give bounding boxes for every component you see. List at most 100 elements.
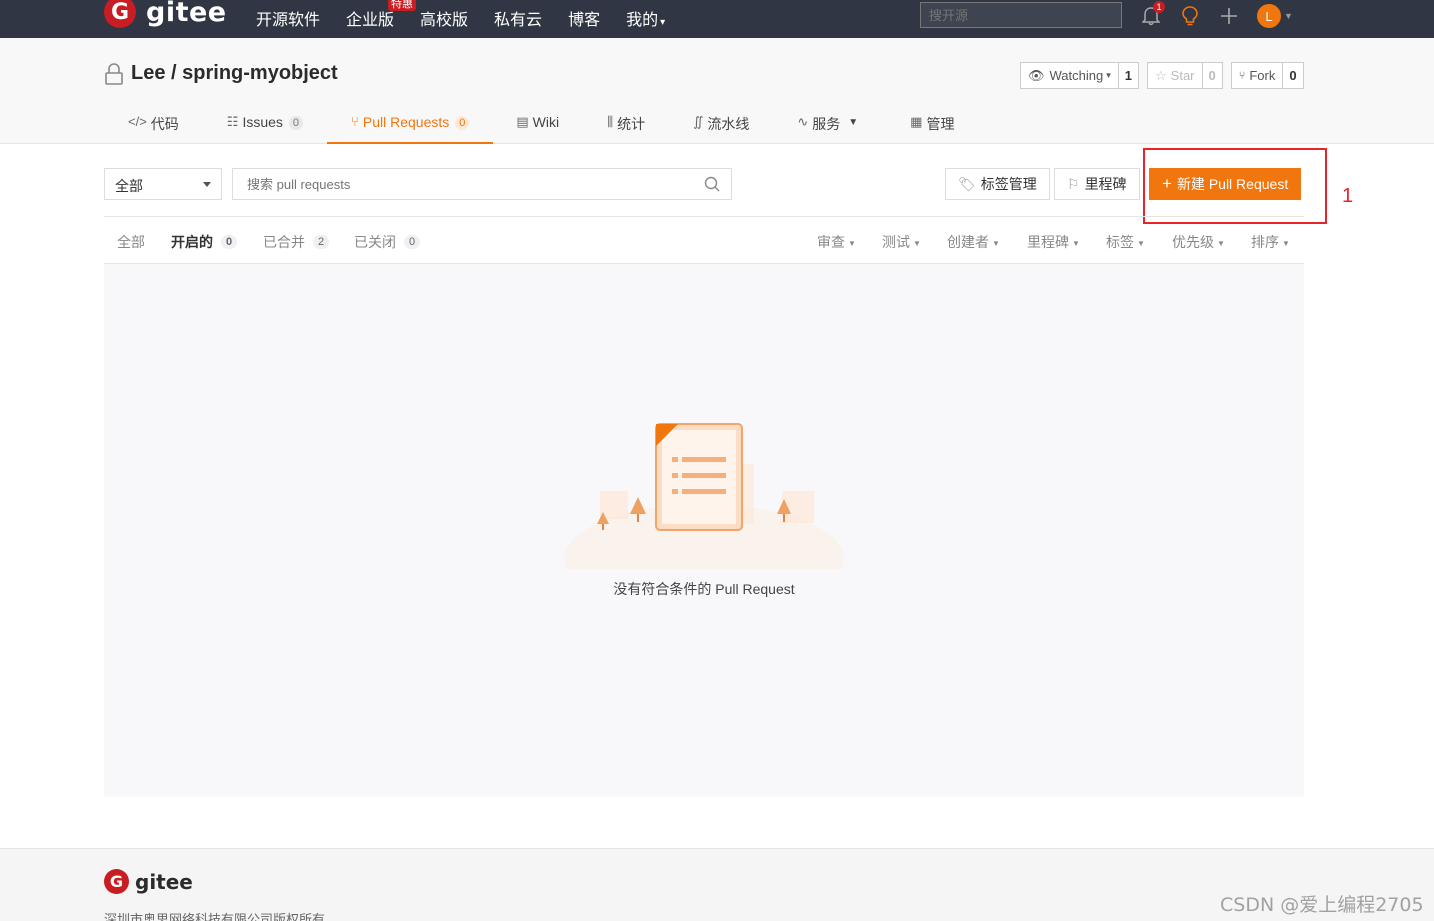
plus-icon[interactable]: [1218, 5, 1240, 27]
tab-pipeline-label: 流水线: [707, 116, 750, 132]
milestones-label: 里程碑: [1084, 176, 1127, 192]
tab-wiki[interactable]: ▤ Wiki: [493, 108, 607, 144]
filter-author[interactable]: 创建者 ▼: [947, 232, 1000, 252]
milestones-button[interactable]: ⚐ 里程碑: [1054, 168, 1140, 200]
fork-icon: ⑂: [1238, 69, 1246, 82]
state-merged[interactable]: 已合并 2: [263, 232, 330, 252]
repo-tabs: </> 代码 ☷ Issues 0 ⑂ Pull Requests 0 ▤ Wiki ⫼ 统计…: [104, 108, 954, 144]
tab-manage[interactable]: ▦ 管理: [910, 108, 954, 144]
state-all[interactable]: 全部: [117, 232, 145, 252]
filter-test-label: 测试: [882, 234, 910, 250]
filter-review-label: 审查: [817, 234, 845, 250]
manage-labels-button[interactable]: 🏷 标签管理: [945, 168, 1050, 200]
star-button[interactable]: ☆ Star 0: [1147, 62, 1223, 89]
state-open-label: 开启的: [171, 234, 213, 250]
caret-down-icon: ▼: [992, 238, 1000, 248]
caret-down-icon: ▼: [1282, 238, 1290, 248]
pull-request-icon: ⑂: [351, 114, 359, 129]
special-offer-badge: 特惠: [388, 0, 417, 11]
filter-priority-label: 优先级: [1172, 234, 1214, 250]
fork-count[interactable]: 0: [1283, 63, 1302, 88]
watching-label: Watching: [1049, 68, 1104, 83]
gitee-logo-text: gitee: [146, 0, 227, 28]
nav-enterprise[interactable]: 企业版 特惠: [346, 0, 417, 30]
state-closed[interactable]: 已关闭 0: [354, 232, 421, 252]
issues-icon: ☷: [226, 114, 239, 129]
pr-list-content: 没有符合条件的 Pull Request: [104, 264, 1304, 797]
nav-mine[interactable]: 我的 ▾: [626, 6, 665, 30]
bell-icon[interactable]: 1: [1140, 1, 1165, 27]
empty-document-illustration: [564, 423, 844, 569]
tab-pull-requests[interactable]: ⑂ Pull Requests 0: [327, 108, 494, 144]
annotation-number: 1: [1342, 185, 1354, 207]
state-open[interactable]: 开启的 0: [171, 232, 238, 252]
filter-milestone-label: 里程碑: [1027, 234, 1069, 250]
open-count: 0: [221, 235, 238, 249]
tab-wiki-label: Wiki: [532, 114, 560, 130]
manage-labels-label: 标签管理: [980, 176, 1037, 192]
caret-down-icon: ▼: [913, 238, 921, 248]
gitee-logo-mark: G: [104, 869, 129, 894]
lightbulb-icon[interactable]: [1179, 5, 1201, 27]
scope-select-value: 全部: [115, 178, 143, 194]
repo-name[interactable]: Lee / spring-myobject: [131, 62, 338, 85]
filter-sort-label: 排序: [1251, 234, 1279, 250]
flag-icon: ⚐: [1067, 175, 1080, 192]
footer-logo[interactable]: G gitee: [104, 869, 193, 894]
tab-pipeline[interactable]: ∬ 流水线: [693, 108, 797, 144]
tab-pull-requests-label: Pull Requests: [362, 114, 450, 130]
nav-private-cloud[interactable]: 私有云: [494, 6, 542, 30]
tag-icon: 🏷: [958, 175, 976, 192]
tab-services-label: 服务: [812, 116, 841, 132]
filter-priority[interactable]: 优先级 ▼: [1172, 232, 1225, 252]
caret-down-icon: ▼: [1072, 238, 1080, 248]
top-navbar: G gitee 开源软件 企业版 特惠 高校版 私有云 博客 我的▾ 1 L ▼: [0, 0, 1434, 38]
caret-down-icon: ▼: [1137, 238, 1145, 248]
filter-sort[interactable]: 排序 ▼: [1251, 232, 1290, 252]
closed-count: 0: [404, 235, 421, 249]
filter-author-label: 创建者: [947, 234, 989, 250]
scope-select[interactable]: 全部: [104, 168, 222, 200]
filter-labels[interactable]: 标签 ▼: [1106, 232, 1145, 252]
chevron-down-icon: ▾: [1106, 70, 1111, 80]
nav-open-source[interactable]: 开源软件: [256, 6, 320, 30]
eye-icon: 👁: [1028, 67, 1045, 83]
tab-stats[interactable]: ⫼ 统计: [607, 108, 693, 144]
state-all-label: 全部: [117, 234, 145, 250]
filter-test[interactable]: 测试 ▼: [882, 232, 921, 252]
tab-code-label: 代码: [150, 116, 179, 132]
pr-search-input[interactable]: [232, 168, 732, 200]
tab-issues[interactable]: ☷ Issues 0: [227, 108, 327, 144]
star-label: Star: [1170, 68, 1195, 83]
nav-blog[interactable]: 博客: [568, 6, 600, 30]
global-search-input[interactable]: [920, 2, 1122, 28]
tab-manage-label: 管理: [926, 116, 955, 132]
tab-services[interactable]: ∿ 服务 ▼: [797, 108, 910, 144]
code-icon: </>: [128, 114, 147, 129]
main-nav: 开源软件 企业版 特惠 高校版 私有云 博客 我的 ▾: [256, 0, 691, 30]
state-closed-label: 已关闭: [354, 234, 396, 250]
search-icon[interactable]: [704, 176, 720, 192]
gitee-logo[interactable]: G gitee: [104, 0, 227, 28]
star-count[interactable]: 0: [1203, 63, 1222, 88]
tab-code[interactable]: </> 代码: [104, 108, 227, 144]
gitee-logo-mark: G: [104, 0, 136, 28]
pipeline-icon: ∬: [693, 114, 704, 129]
top-icons: 1 L ▼: [1140, 1, 1293, 28]
fork-button[interactable]: ⑂ Fork 0: [1230, 62, 1304, 89]
chevron-down-icon: ▼: [848, 117, 859, 128]
filter-milestone[interactable]: 里程碑 ▼: [1027, 232, 1080, 252]
notification-count: 1: [1153, 1, 1165, 13]
filter-labels-label: 标签: [1106, 234, 1134, 250]
nav-education[interactable]: 高校版: [420, 6, 468, 30]
filter-review[interactable]: 审查 ▼: [817, 232, 856, 252]
pr-filterbar: 全部 🏷标签管理 ⚐里程碑 +新建 Pull Request: [104, 168, 1304, 200]
watching-count[interactable]: 1: [1119, 63, 1138, 88]
nav-enterprise-label: 企业版: [346, 12, 395, 29]
footer: G gitee 深圳市奥思网络科技有限公司版权所有: [0, 848, 1434, 921]
chevron-down-icon[interactable]: ▼: [1284, 11, 1293, 21]
pulls-count: 0: [455, 116, 470, 130]
watching-button[interactable]: 👁 Watching ▾ 1: [1020, 62, 1139, 89]
star-icon: ☆: [1155, 67, 1167, 83]
avatar[interactable]: L: [1257, 4, 1281, 28]
